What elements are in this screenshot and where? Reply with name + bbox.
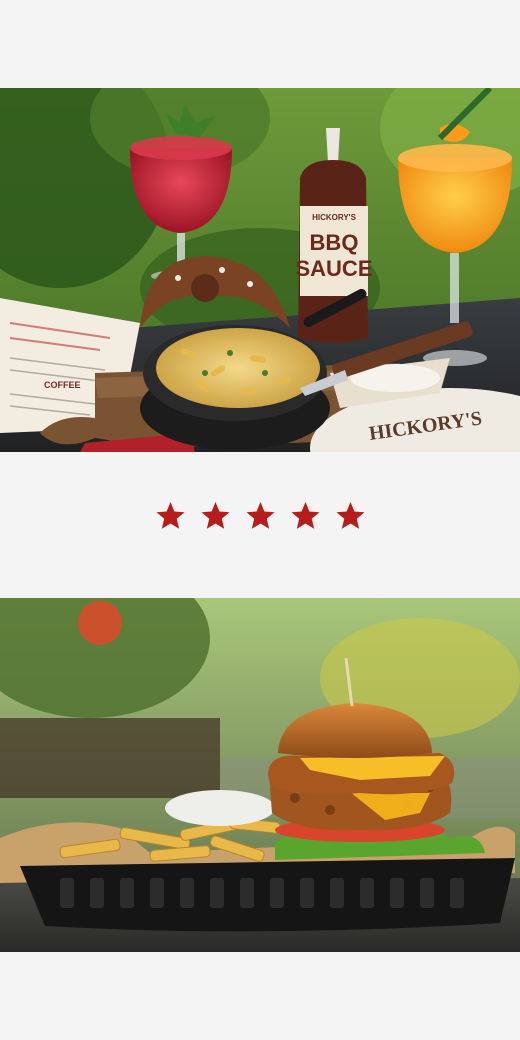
bottle-brand: HICKORY'S bbox=[312, 213, 356, 222]
menu-text: COFFEE bbox=[44, 380, 81, 390]
star-icon bbox=[156, 502, 184, 529]
star-rating bbox=[0, 500, 520, 532]
star-icon bbox=[246, 502, 274, 529]
star-icon bbox=[201, 502, 229, 529]
bottle-label-line2: SAUCE bbox=[295, 256, 372, 281]
burger-basket-image bbox=[0, 598, 520, 952]
bbq-table-image: COFFEE HICKORY'S HICKORY'S BBQ SAUCE bbox=[0, 88, 520, 452]
food-photo-bottom bbox=[0, 598, 520, 952]
basket bbox=[20, 858, 515, 932]
star-icon bbox=[291, 502, 319, 529]
bottle-label-line1: BBQ bbox=[310, 230, 359, 255]
star-icon bbox=[336, 502, 364, 529]
food-photo-top: COFFEE HICKORY'S HICKORY'S BBQ SAUCE bbox=[0, 88, 520, 452]
